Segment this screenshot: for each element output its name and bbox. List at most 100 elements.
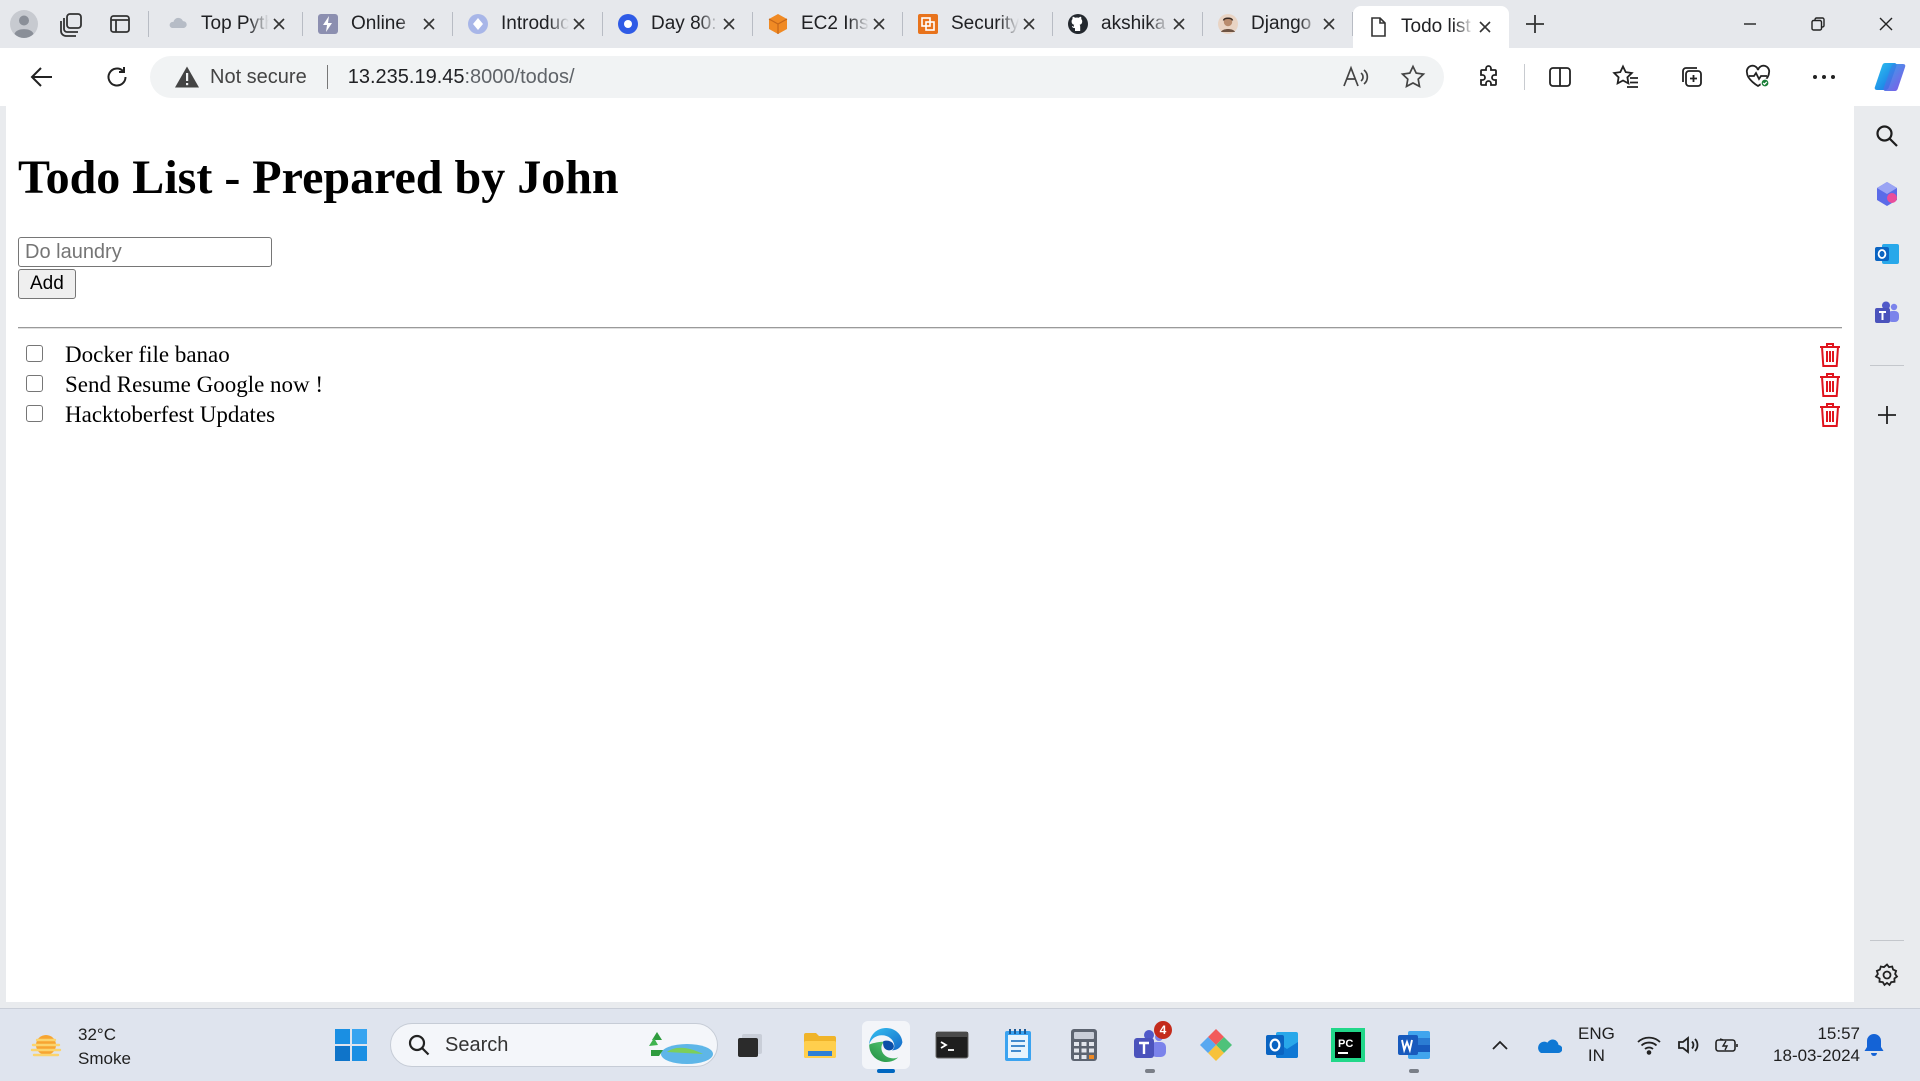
sidebar-copilot-app[interactable] [1854,167,1920,221]
trash-icon[interactable] [1818,402,1842,428]
close-icon[interactable] [569,14,589,34]
edge-app[interactable] [862,1021,910,1073]
star-icon[interactable] [1400,64,1426,90]
tab-1[interactable]: Online [303,0,453,48]
new-tab-button[interactable] [1509,0,1561,48]
close-icon[interactable] [269,14,289,34]
todo-text: Send Resume Google now ! [65,372,324,398]
bell-icon [1864,1034,1884,1056]
clock[interactable]: 15:57 18-03-2024 [1760,1023,1860,1067]
close-icon[interactable] [1019,14,1039,34]
weather-widget[interactable]: 32°C Smoke [28,1023,131,1071]
app-indicator [877,1069,895,1073]
close-icon[interactable] [869,14,889,34]
back-button[interactable] [0,48,84,106]
git-app[interactable] [1192,1021,1240,1069]
calculator-icon [1071,1029,1097,1061]
outlook-app[interactable] [1258,1021,1306,1069]
close-icon[interactable] [419,14,439,34]
security-label[interactable]: Not secure [210,66,307,89]
trash-icon[interactable] [1818,342,1842,368]
tab-4[interactable]: EC2 Instances [753,0,903,48]
todo-item: Send Resume Google now ! [18,370,1842,400]
word-app[interactable] [1390,1021,1438,1073]
copilot-button[interactable] [1857,48,1920,106]
todo-checkbox[interactable] [26,404,43,422]
teams-app[interactable]: 4 [1126,1021,1174,1073]
onedrive-tray[interactable] [1524,1036,1572,1054]
workspaces-button[interactable] [48,0,96,48]
tab-title: Day 80: [651,13,717,34]
close-icon[interactable] [1475,17,1495,37]
refresh-button[interactable] [84,48,150,106]
language-label: ENG [1578,1024,1615,1043]
sidebar-divider [1870,365,1904,366]
file-explorer-app[interactable] [796,1021,844,1069]
notepad-app[interactable] [994,1021,1042,1069]
terminal-icon [935,1031,969,1059]
close-icon[interactable] [1319,14,1339,34]
windows-icon [335,1029,367,1061]
sidebar-outlook[interactable] [1854,227,1920,281]
diamond-app-icon [1200,1029,1232,1061]
vertical-tabs-button[interactable] [96,0,144,48]
weather-temp: 32°C [78,1025,116,1044]
tab-6[interactable]: akshika [1053,0,1203,48]
todo-input[interactable] [18,237,272,268]
search-icon [408,1034,430,1056]
collections-button[interactable] [1659,48,1725,106]
show-hidden-icons[interactable] [1476,1039,1524,1051]
add-button[interactable]: Add [18,269,76,300]
haze-sun-icon [30,1035,62,1057]
todo-checkbox[interactable] [26,344,43,362]
extensions-button[interactable] [1456,48,1522,106]
favorites-button[interactable] [1593,48,1659,106]
tab-5[interactable]: Security [903,0,1053,48]
region-label: IN [1587,1046,1605,1065]
close-window-button[interactable] [1852,0,1920,48]
plus-icon [1526,15,1544,33]
pycharm-app[interactable]: PC [1324,1021,1372,1069]
sidebar-search[interactable] [1854,109,1920,163]
taskbar-search[interactable]: Search [390,1023,718,1067]
quick-settings[interactable] [1636,1009,1740,1081]
terminal-app[interactable] [928,1021,976,1069]
search-label: Search [445,1033,509,1056]
close-icon [1879,17,1893,31]
address-bar[interactable]: Not secure 13.235.19.45:8000/todos/ [150,56,1444,98]
url-text[interactable]: 13.235.19.45:8000/todos/ [348,66,575,89]
warning-icon[interactable] [174,64,200,90]
tab-active[interactable]: Todo list [1353,6,1509,48]
todo-checkbox[interactable] [26,374,43,392]
minimize-button[interactable] [1716,0,1784,48]
tab-title: Introduction [501,13,569,34]
system-tray [1476,1009,1572,1081]
restore-button[interactable] [1784,0,1852,48]
sidebar-add-button[interactable] [1854,388,1920,442]
read-aloud-icon[interactable] [1342,65,1370,89]
arrow-left-icon [30,67,52,87]
profile-icon [10,10,38,38]
performance-button[interactable] [1725,48,1791,106]
start-button[interactable] [327,1021,375,1069]
settings-menu-button[interactable] [1791,48,1857,106]
language-indicator[interactable]: ENG IN [1578,1023,1615,1067]
sidebar-settings[interactable] [1854,948,1920,1002]
sidebar-teams[interactable] [1854,287,1920,341]
tab-strip-divider [148,11,149,37]
battery-charging-icon [1715,1038,1738,1052]
todo-list: Docker file banao Send Resume Google now… [18,340,1842,430]
close-icon[interactable] [719,14,739,34]
trash-icon[interactable] [1818,372,1842,398]
tab-7[interactable]: Django [1203,0,1353,48]
todo-text: Docker file banao [65,342,230,368]
tab-0[interactable]: Top Python [153,0,303,48]
calculator-app[interactable] [1060,1021,1108,1069]
task-view-app[interactable] [726,1021,774,1069]
tab-2[interactable]: Introduction [453,0,603,48]
split-screen-button[interactable] [1527,48,1593,106]
tab-3[interactable]: Day 80: [603,0,753,48]
notification-center[interactable] [1862,1009,1886,1081]
profile-button[interactable] [0,0,48,48]
close-icon[interactable] [1169,14,1189,34]
